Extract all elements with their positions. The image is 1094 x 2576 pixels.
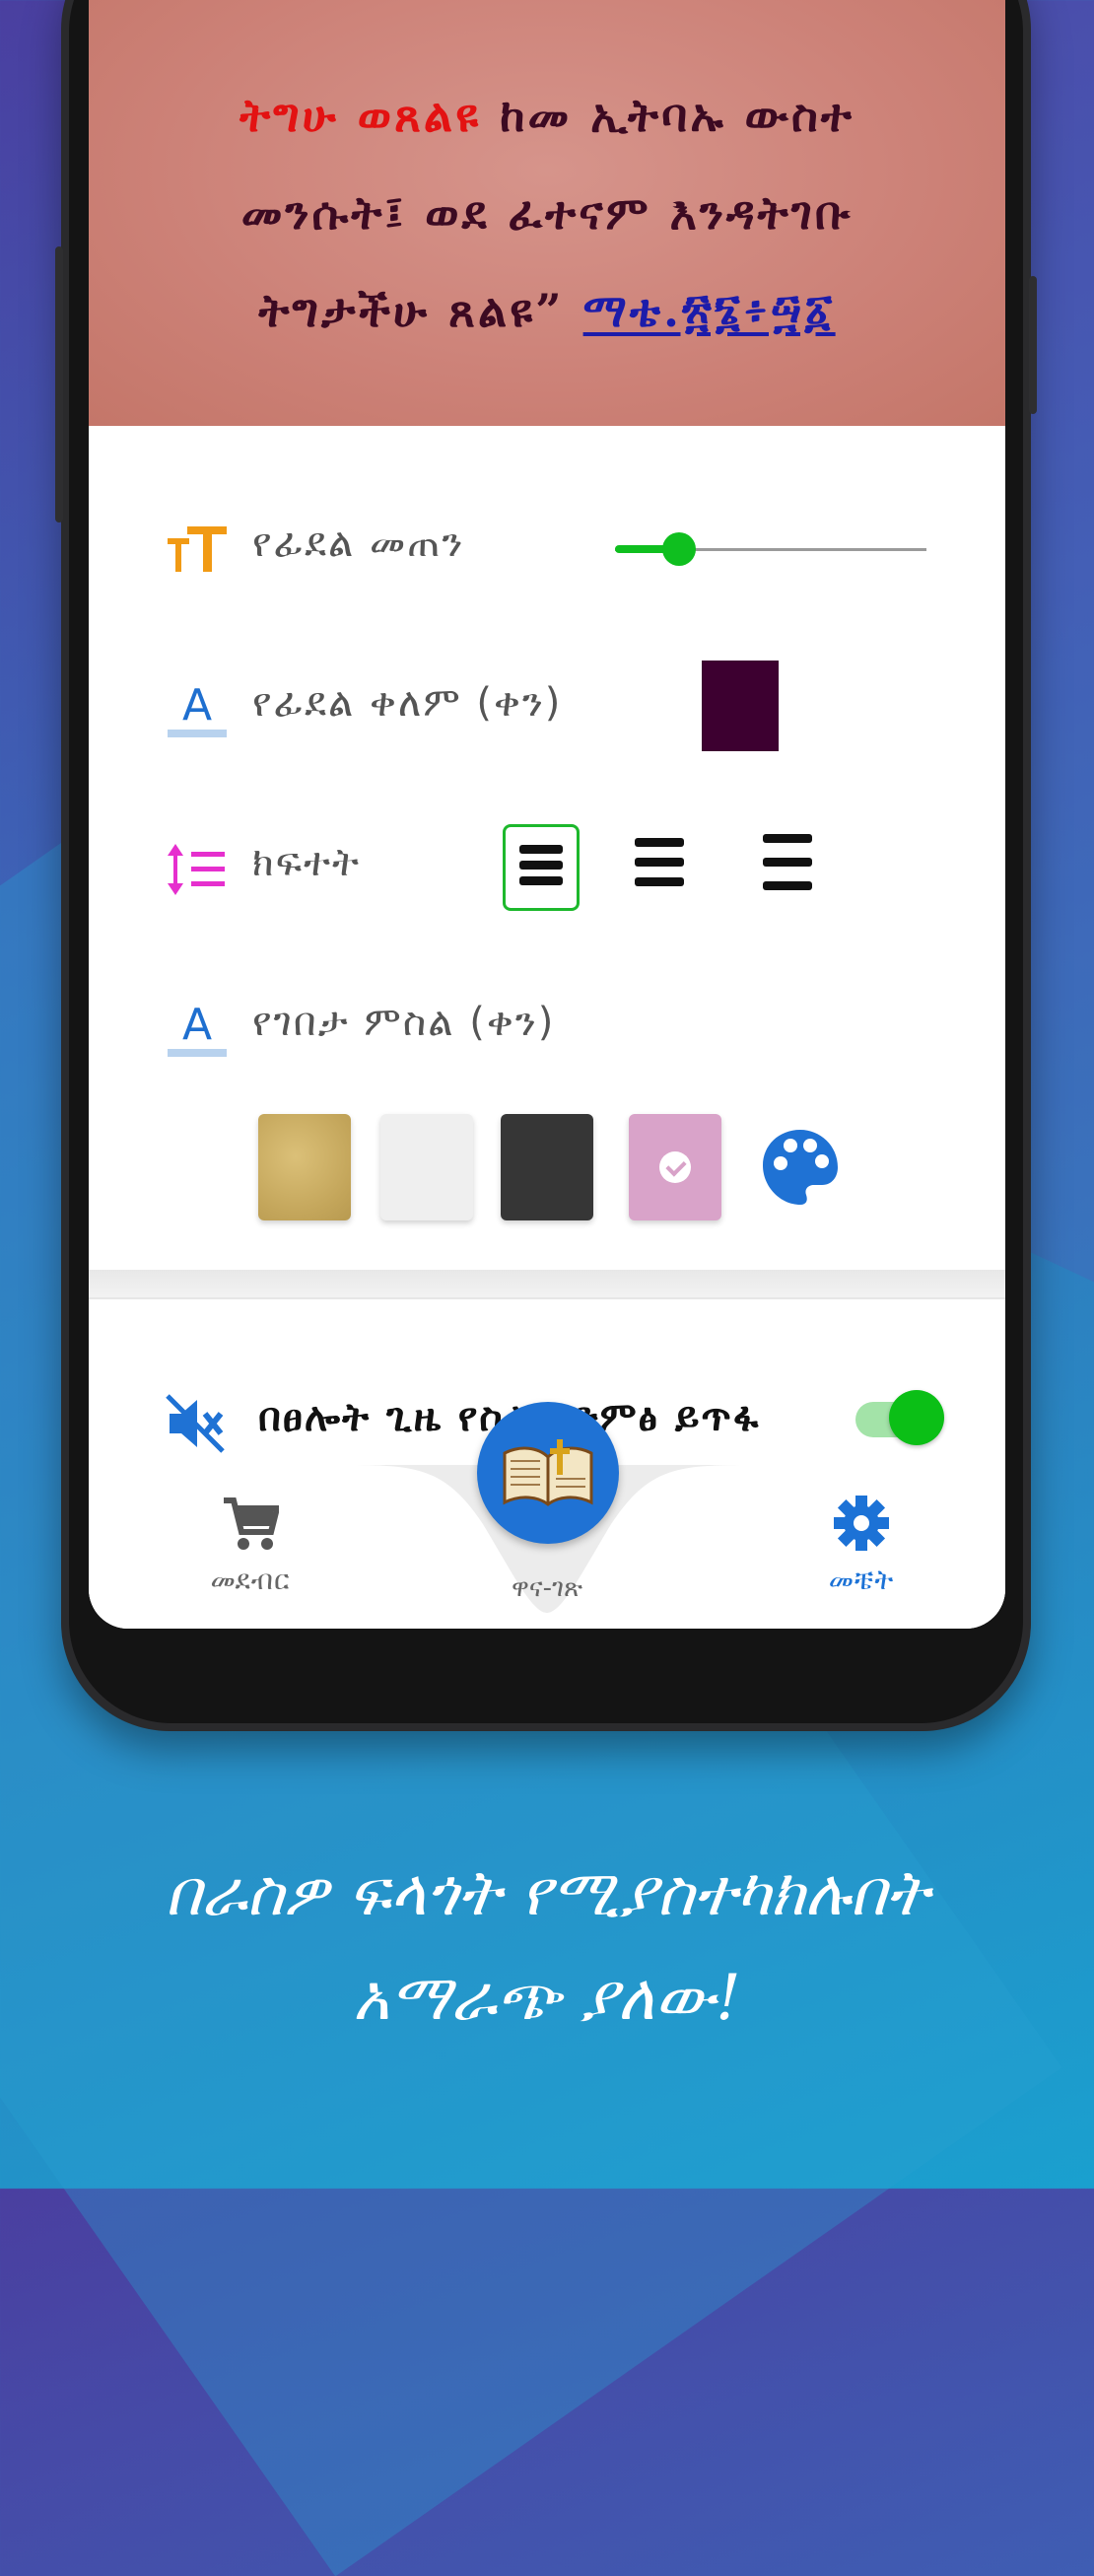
- line-spacing-label: ክፍተት: [252, 840, 362, 885]
- selected-check-icon: [659, 1151, 691, 1183]
- swatch-light-gray[interactable]: [380, 1114, 473, 1220]
- font-color-label: የፊደል ቀለም (ቀን): [252, 680, 563, 726]
- caption-line-1: በራስዎ ፍላጎት የሚያስተካክሉበት: [165, 1857, 929, 1930]
- swatch-pink[interactable]: [629, 1114, 721, 1220]
- svg-text:A: A: [182, 1000, 212, 1050]
- nav-store[interactable]: መደብር: [171, 1495, 329, 1597]
- spacing-wide-button[interactable]: [749, 824, 826, 911]
- text-color-icon: A: [168, 680, 227, 737]
- promo-caption: በራስዎ ፍላጎት የሚያስተካክሉበት አማራጭ ያለው!: [0, 1842, 1094, 2051]
- spacing-compact-button[interactable]: [503, 824, 580, 911]
- mute-icon: [166, 1394, 225, 1453]
- verse-preview: ትግሁ ወጸልዩ ከመ ኢትባኡ ውስተ መንሱት፤ ወደ ፈተናም እንዳትገ…: [89, 0, 1005, 426]
- line-spacing-icon: [168, 844, 225, 895]
- caption-line-2: አማራጭ ያለው!: [353, 1962, 741, 2035]
- swatch-dark-gray[interactable]: [501, 1114, 593, 1220]
- text-size-icon: [168, 526, 227, 572]
- nav-settings-label: መቼት: [828, 1564, 895, 1596]
- wide-lines-icon: [763, 834, 812, 905]
- app-screen: ትግሁ ወጸልዩ ከመ ኢትባኡ ውስተ መንሱት፤ ወደ ፈተናም እንዳትገ…: [89, 0, 1005, 1629]
- font-size-row: የፊደል መጠን: [89, 511, 1005, 590]
- spacing-normal-button[interactable]: [621, 824, 698, 911]
- palette-icon[interactable]: [759, 1120, 842, 1215]
- card-separator: [89, 1270, 1005, 1299]
- font-color-row: A የፊደል ቀለም (ቀን): [89, 661, 1005, 751]
- background-row: A የገበታ ምስል (ቀን): [89, 990, 1005, 1069]
- font-size-label: የፊደል መጠን: [252, 521, 465, 566]
- verse-reference[interactable]: ማቴ.፳፮፥፵፩: [583, 284, 836, 337]
- line-spacing-row: ክፍተት: [89, 824, 1005, 911]
- normal-lines-icon: [635, 838, 684, 897]
- background-label: የገበታ ምስል (ቀን): [252, 1000, 556, 1045]
- nav-home-button[interactable]: [477, 1402, 619, 1544]
- verse-text: ትግሁ ወጸልዩ ከመ ኢትባኡ ውስተ መንሱት፤ ወደ ፈተናም እንዳትገ…: [163, 67, 931, 360]
- compact-lines-icon: [519, 845, 563, 892]
- font-color-swatch[interactable]: [702, 661, 779, 751]
- swatch-gold-texture[interactable]: [258, 1114, 351, 1220]
- background-swatches: [89, 1114, 1005, 1222]
- font-size-slider-thumb[interactable]: [662, 532, 696, 566]
- nav-store-label: መደብር: [210, 1564, 291, 1596]
- bible-icon: [503, 1439, 593, 1506]
- verse-highlight: ትግሁ ወጸልዩ: [239, 88, 482, 142]
- cart-icon: [224, 1497, 281, 1550]
- gear-icon: [834, 1496, 889, 1551]
- divider: [89, 1297, 1005, 1299]
- mute-toggle-thumb[interactable]: [889, 1390, 944, 1445]
- nav-home-label: ዋና-ገጽ: [512, 1573, 582, 1603]
- text-color-icon: A: [168, 1000, 227, 1057]
- svg-text:A: A: [182, 680, 212, 731]
- nav-settings[interactable]: መቼት: [783, 1495, 940, 1597]
